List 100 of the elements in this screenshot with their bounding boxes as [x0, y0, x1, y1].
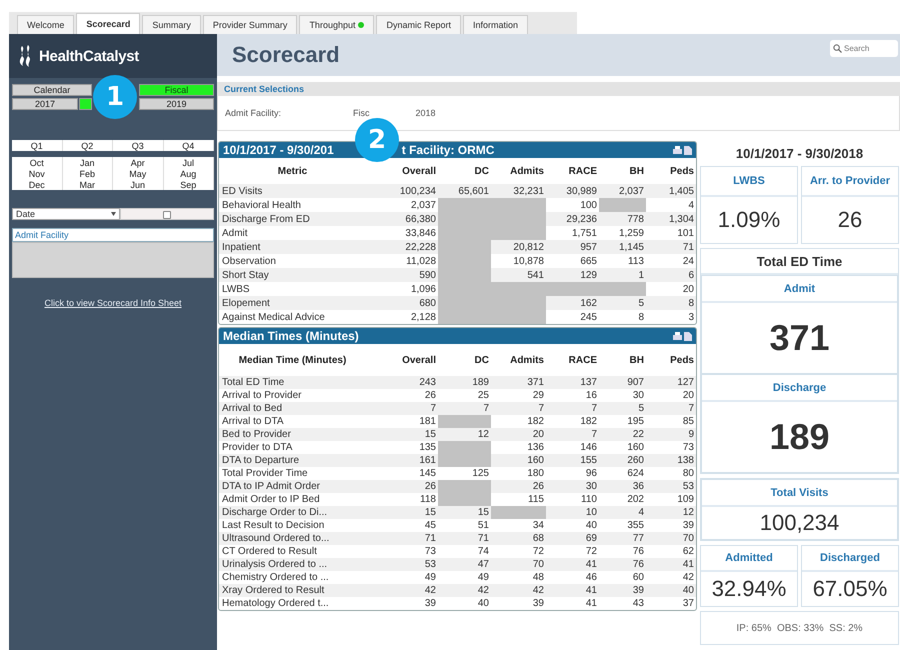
table-cell: 71 [646, 240, 696, 254]
date-dropdown[interactable]: Date [12, 208, 120, 220]
table-cell: 42 [646, 571, 696, 584]
table-cell: 7 [491, 402, 546, 415]
table-cell: 85 [646, 415, 696, 428]
table-cell: 20 [646, 282, 696, 296]
export-icon[interactable] [684, 332, 692, 340]
table-cell: 590 [366, 268, 438, 282]
table-cell: 22 [599, 428, 646, 441]
table-cell: 76 [599, 558, 646, 571]
table-cell: 5 [599, 296, 646, 310]
table-cell: Last Result to Decision [219, 519, 366, 532]
kpi-value: 100,234 [758, 509, 840, 537]
table-cell: 43 [599, 597, 646, 610]
table-cell: 30 [599, 389, 646, 402]
table-cell: 39 [646, 519, 696, 532]
table-cell: 4 [646, 198, 696, 212]
blank-cell [438, 493, 491, 506]
table-cell: 25 [438, 389, 491, 402]
table-cell: 624 [599, 467, 646, 480]
table-cell: 355 [599, 519, 646, 532]
tab[interactable]: Information [463, 15, 528, 34]
table-cell: 101 [646, 226, 696, 240]
table-cell: 7 [546, 402, 599, 415]
table-cell: Short Stay [219, 268, 366, 282]
year-button[interactable]: 2019 [139, 98, 214, 110]
date-slider[interactable] [120, 208, 214, 220]
blank-cell [491, 506, 546, 519]
table-cell: 40 [546, 519, 599, 532]
table-cell: 541 [491, 268, 546, 282]
table-cell: 71 [366, 532, 438, 545]
info-sheet-link[interactable]: Click to view Scorecard Info Sheet [44, 298, 182, 308]
table-cell: 6 [646, 268, 696, 282]
table-cell: 202 [599, 493, 646, 506]
slider-thumb[interactable] [163, 211, 171, 219]
period-toggle-button[interactable]: Calendar [12, 84, 92, 96]
column-header[interactable]: Overall [366, 344, 438, 376]
table-cell: 46 [546, 571, 599, 584]
table-cell: 45 [366, 519, 438, 532]
column-header[interactable]: BH [599, 344, 646, 376]
column-header[interactable]: Admits [491, 344, 546, 376]
table-cell: Admit Order to IP Bed [219, 493, 366, 506]
column-header[interactable]: Median Time (Minutes) [219, 344, 366, 376]
tab[interactable]: Scorecard [76, 13, 140, 34]
table-cell: 29 [491, 389, 546, 402]
column-header[interactable]: Admits [491, 158, 546, 184]
column-header[interactable]: RACE [546, 344, 599, 376]
printer-icon[interactable] [673, 332, 682, 340]
table-cell: 100,234 [366, 184, 438, 198]
table-cell: 34 [491, 519, 546, 532]
table-cell: Inpatient [219, 240, 366, 254]
printer-icon[interactable] [673, 146, 682, 154]
year-button[interactable]: 2017 [12, 98, 78, 110]
table-cell: 1,751 [546, 226, 599, 240]
table-cell: 371 [491, 376, 546, 389]
table-cell: 245 [546, 310, 599, 324]
column-header[interactable]: BH [599, 158, 646, 184]
table-cell: 118 [366, 493, 438, 506]
table-cell: 115 [491, 493, 546, 506]
table-cell: DTA to Departure [219, 454, 366, 467]
selection-value: Fisc [353, 108, 370, 118]
tab[interactable]: Welcome [17, 15, 74, 34]
column-header[interactable]: DC [438, 158, 491, 184]
date-range: 10/1/2017 - 9/30/2018 [734, 146, 864, 161]
table-cell: 26 [366, 389, 438, 402]
search-icon [833, 44, 842, 53]
table-cell: 24 [646, 254, 696, 268]
table-cell: ED Visits [219, 184, 366, 198]
table-cell: 665 [546, 254, 599, 268]
tab[interactable]: Throughput [299, 15, 374, 34]
table-cell: 3 [646, 310, 696, 324]
table-cell: 2,128 [366, 310, 438, 324]
table-cell: Discharge Order to Di... [219, 506, 366, 519]
kpi-heading: Total ED Time [701, 249, 898, 275]
table-cell: 53 [366, 558, 438, 571]
table-cell: Xray Ordered to Result [219, 584, 366, 597]
table-cell: 73 [366, 545, 438, 558]
tab[interactable]: Dynamic Report [376, 15, 462, 34]
column-header[interactable]: Peds [646, 344, 696, 376]
table-cell: 4 [599, 506, 646, 519]
table-cell: Hematology Ordered t... [219, 597, 366, 610]
export-icon[interactable] [684, 146, 692, 154]
search-field[interactable]: Search [830, 40, 898, 57]
table-cell: 10 [546, 506, 599, 519]
column-header[interactable]: RACE [546, 158, 599, 184]
column-header[interactable]: DC [438, 344, 491, 376]
tab[interactable]: Provider Summary [202, 15, 298, 34]
tab[interactable]: Summary [142, 15, 201, 34]
table-cell: 957 [546, 240, 599, 254]
column-header[interactable]: Peds [646, 158, 696, 184]
table-cell: 15 [366, 506, 438, 519]
table-cell: 1,304 [646, 212, 696, 226]
blank-cell [438, 441, 491, 454]
table-cell: 41 [546, 584, 599, 597]
table-cell: 41 [546, 558, 599, 571]
selection-value: 2018 [416, 108, 436, 118]
period-toggle-button[interactable]: Fiscal [139, 84, 214, 96]
table-cell: 33,846 [366, 226, 438, 240]
table-cell: 181 [366, 415, 438, 428]
table-cell: 49 [438, 571, 491, 584]
